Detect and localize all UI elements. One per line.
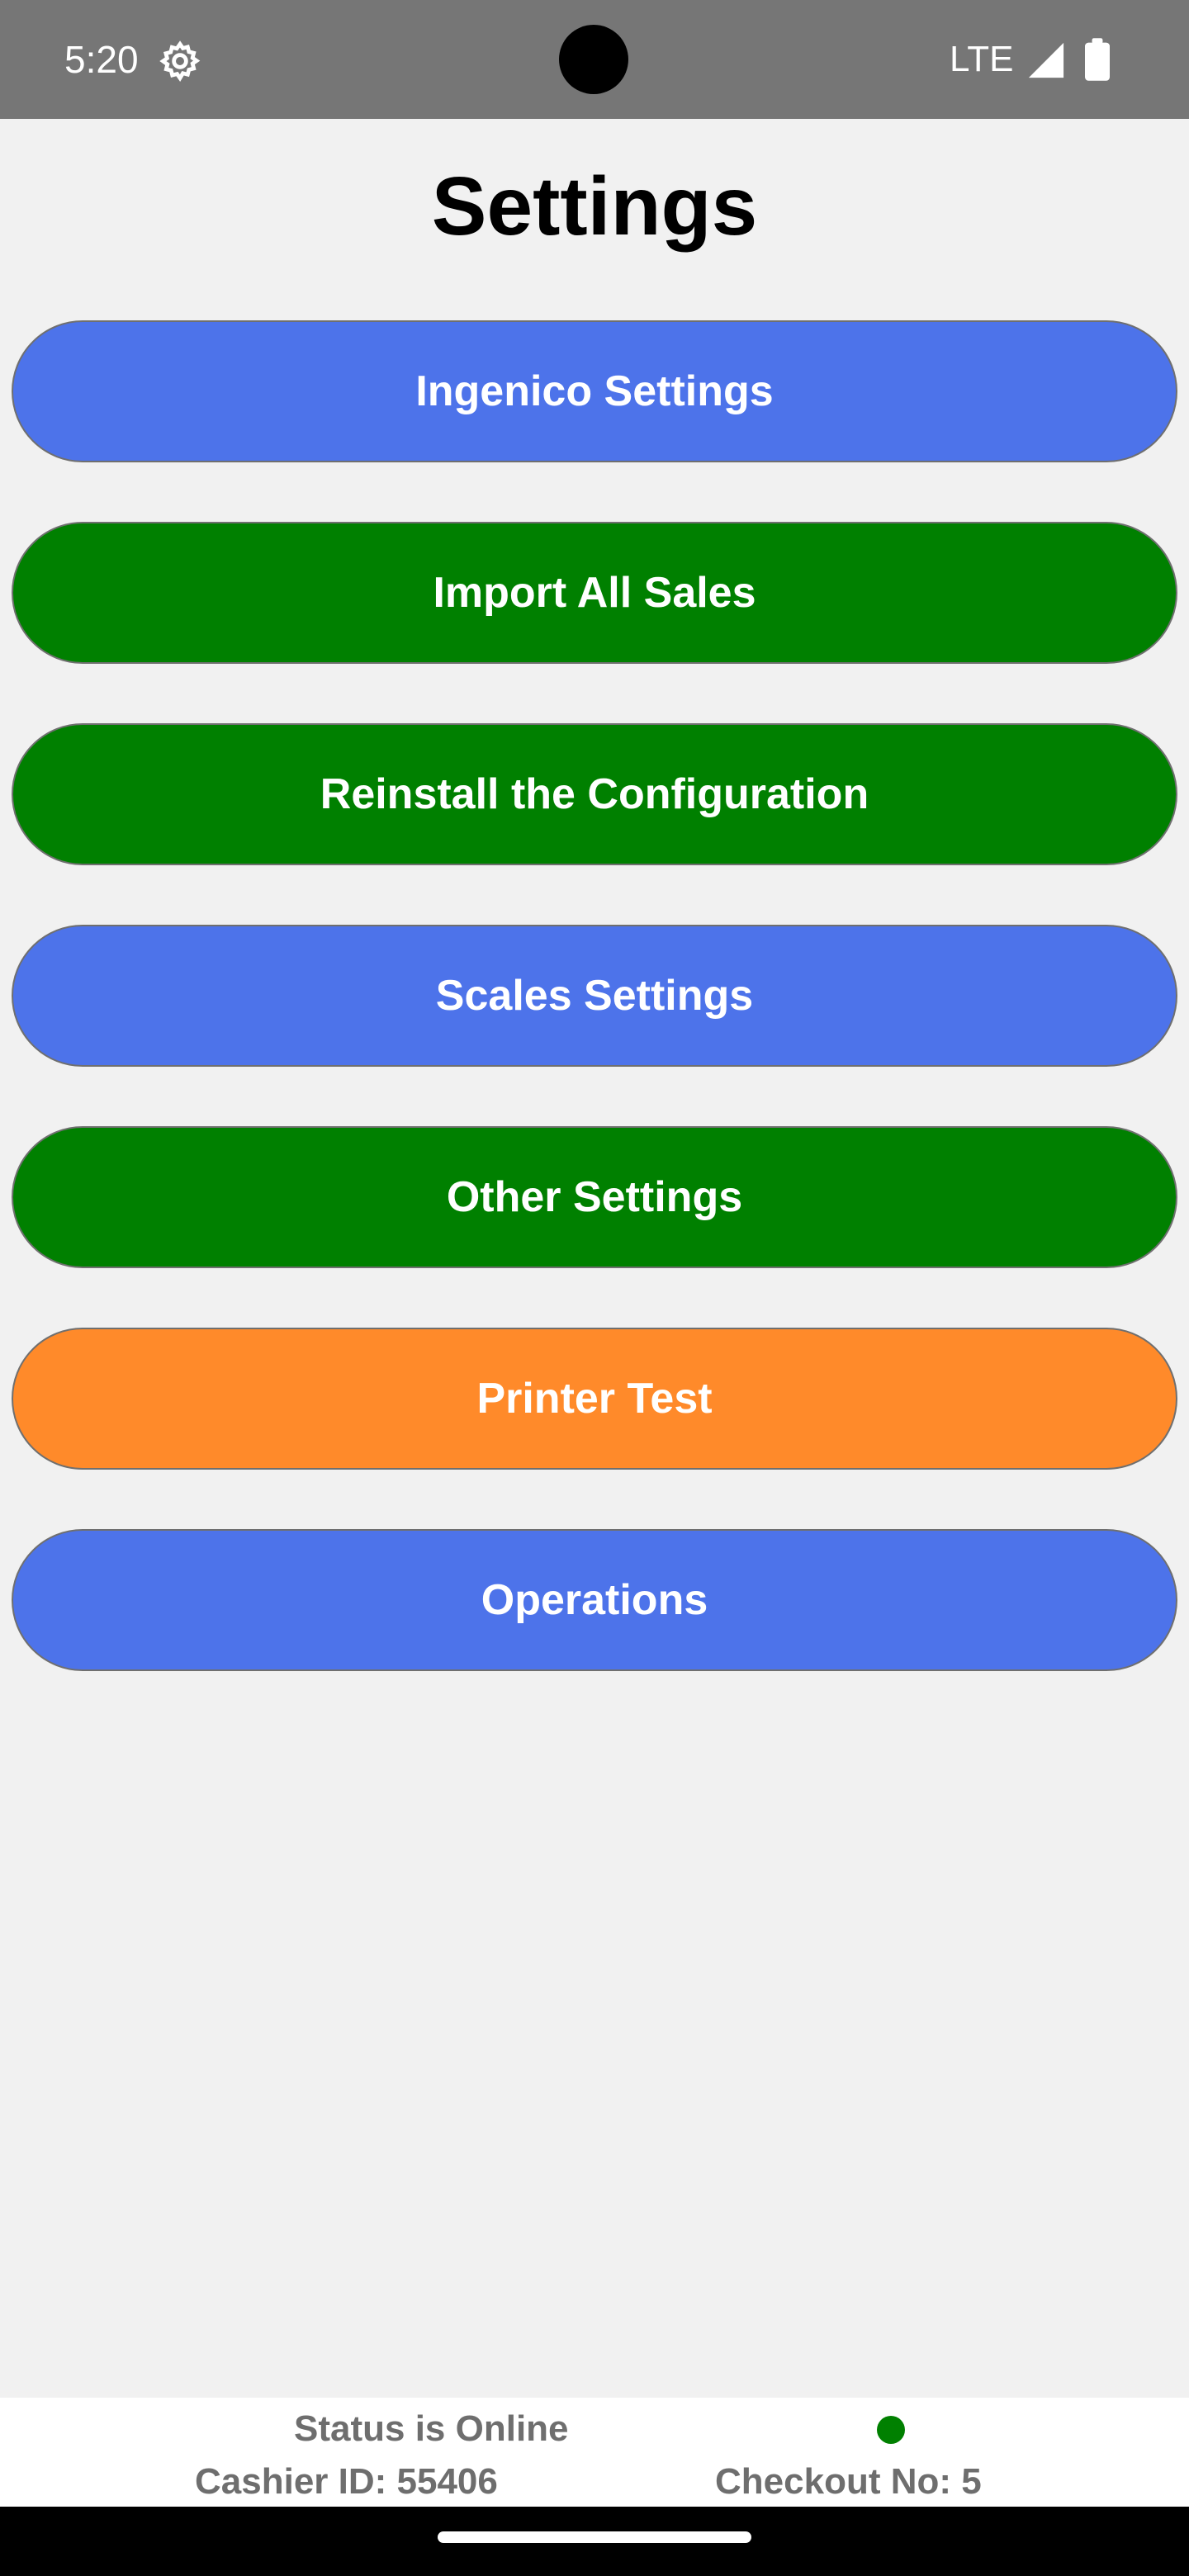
camera-cutout bbox=[559, 25, 628, 94]
checkout-number: Checkout No: 5 bbox=[715, 2461, 982, 2502]
page-title: Settings bbox=[431, 160, 758, 253]
gear-icon bbox=[159, 40, 201, 82]
button-label: Import All Sales bbox=[433, 569, 756, 617]
button-label: Reinstall the Configuration bbox=[320, 770, 869, 818]
ingenico-settings-button[interactable]: Ingenico Settings bbox=[12, 320, 1177, 462]
home-gesture-handle[interactable] bbox=[438, 2531, 751, 2543]
settings-menu: Ingenico Settings Import All Sales Reins… bbox=[12, 320, 1177, 1731]
button-label: Other Settings bbox=[446, 1173, 743, 1221]
connection-status: Status is Online bbox=[294, 2408, 569, 2449]
printer-test-button[interactable]: Printer Test bbox=[12, 1328, 1177, 1470]
import-all-sales-button[interactable]: Import All Sales bbox=[12, 522, 1177, 664]
reinstall-configuration-button[interactable]: Reinstall the Configuration bbox=[12, 723, 1177, 865]
status-bar: 5:20 LTE bbox=[0, 0, 1189, 119]
button-label: Operations bbox=[481, 1576, 708, 1624]
navigation-bar bbox=[0, 2507, 1189, 2576]
status-footer: Status is Online Cashier ID: 55406 Check… bbox=[0, 2398, 1189, 2507]
other-settings-button[interactable]: Other Settings bbox=[12, 1126, 1177, 1268]
status-time: 5:20 bbox=[64, 38, 139, 81]
cashier-id: Cashier ID: 55406 bbox=[195, 2461, 498, 2502]
online-indicator bbox=[877, 2416, 905, 2444]
button-label: Printer Test bbox=[476, 1375, 713, 1423]
button-label: Scales Settings bbox=[435, 972, 754, 1020]
network-type: LTE bbox=[950, 39, 1014, 79]
operations-button[interactable]: Operations bbox=[12, 1529, 1177, 1671]
signal-icon bbox=[1028, 42, 1064, 78]
scales-settings-button[interactable]: Scales Settings bbox=[12, 925, 1177, 1067]
battery-icon bbox=[1085, 38, 1110, 81]
button-label: Ingenico Settings bbox=[415, 367, 774, 415]
